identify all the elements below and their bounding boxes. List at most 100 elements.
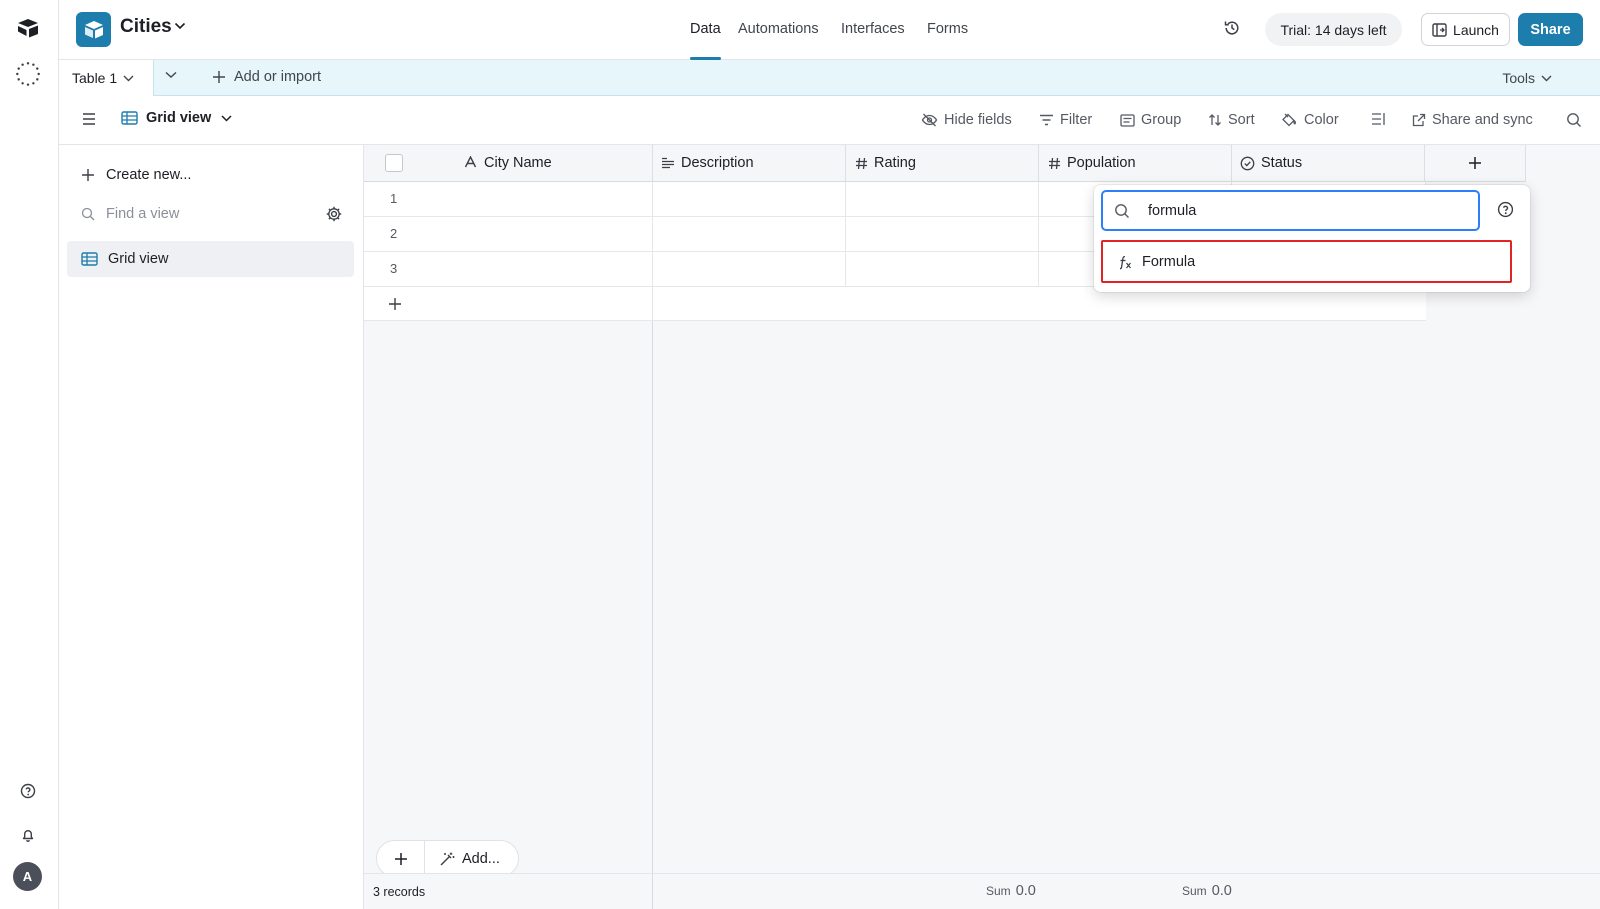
formula-icon — [1117, 254, 1133, 270]
chevron-down-icon[interactable] — [174, 22, 186, 30]
column-header-city-name[interactable]: City Name — [484, 155, 552, 171]
base-name[interactable]: Cities — [120, 16, 172, 38]
chevron-down-icon — [1541, 75, 1552, 82]
search-icon[interactable] — [1566, 112, 1582, 128]
color-button[interactable]: Color — [1281, 112, 1339, 128]
header-primary: City Name — [364, 145, 653, 182]
rating-cell[interactable] — [846, 252, 1039, 286]
row-height-icon[interactable] — [1371, 112, 1387, 126]
description-cell[interactable] — [653, 252, 846, 286]
user-avatar[interactable]: A — [13, 862, 42, 891]
bell-icon[interactable] — [15, 822, 41, 848]
launch-icon — [1432, 22, 1447, 37]
field-type-search-input[interactable] — [1148, 202, 1448, 219]
hide-fields-label: Hide fields — [944, 112, 1012, 128]
sort-label: Sort — [1228, 112, 1255, 128]
column-header-label: Rating — [874, 155, 916, 171]
summary-value: 0.0 — [1015, 883, 1036, 899]
magic-wand-icon — [439, 851, 455, 867]
share-and-sync-button[interactable]: Share and sync — [1412, 112, 1533, 128]
view-selector[interactable]: Grid view — [121, 110, 232, 126]
help-icon[interactable] — [1497, 201, 1514, 218]
all-tables-chevron-icon[interactable] — [165, 71, 177, 79]
hide-fields-button[interactable]: Hide fields — [921, 112, 1012, 128]
chevron-down-icon[interactable] — [123, 75, 134, 82]
gear-icon[interactable] — [325, 205, 343, 223]
rating-cell[interactable] — [846, 217, 1039, 251]
plus-icon — [212, 70, 226, 84]
nav-tab-interfaces[interactable]: Interfaces — [841, 21, 905, 37]
share-and-sync-label: Share and sync — [1432, 112, 1533, 128]
population-summary[interactable]: Sum 0.0 — [986, 883, 1036, 899]
formula-option[interactable]: Formula — [1101, 240, 1512, 283]
description-cell[interactable] — [653, 182, 846, 216]
group-label: Group — [1141, 112, 1182, 128]
create-new-label: Create new... — [106, 167, 192, 183]
field-type-dropdown: Formula — [1094, 185, 1530, 292]
share-button[interactable]: Share — [1518, 13, 1583, 46]
city-name-cell[interactable] — [364, 217, 653, 251]
find-view-placeholder: Find a view — [106, 206, 180, 222]
select-all-checkbox[interactable] — [385, 154, 403, 172]
external-link-icon — [1412, 113, 1426, 127]
launch-button[interactable]: Launch — [1421, 13, 1510, 46]
add-record-row[interactable] — [364, 287, 1426, 321]
frozen-divider — [652, 874, 653, 909]
sort-button[interactable]: Sort — [1208, 112, 1255, 128]
sort-icon — [1208, 113, 1222, 127]
hamburger-menu-icon[interactable] — [81, 112, 97, 126]
column-header-label: Status — [1261, 155, 1303, 171]
airtable-logo-icon[interactable] — [15, 15, 41, 41]
group-icon — [1120, 113, 1135, 127]
find-view-input[interactable]: Find a view — [81, 206, 179, 222]
history-icon[interactable] — [1222, 18, 1242, 38]
formula-option-label: Formula — [1142, 253, 1196, 270]
nav-tab-data[interactable]: Data — [690, 21, 721, 37]
add-or-import-label: Add or import — [234, 69, 322, 85]
field-type-search[interactable] — [1101, 190, 1480, 231]
plus-icon — [1468, 156, 1482, 170]
create-new-view-button[interactable]: Create new... — [81, 167, 191, 183]
base-logo-icon — [76, 12, 111, 47]
paint-bucket-icon — [1281, 113, 1298, 128]
column-header-description[interactable]: Description — [653, 145, 846, 182]
sidebar-item-grid-view[interactable]: Grid view — [67, 241, 354, 277]
add-record-cell[interactable] — [364, 287, 653, 320]
color-label: Color — [1304, 112, 1339, 128]
search-icon — [81, 207, 95, 221]
add-or-import-button[interactable]: Add or import — [212, 69, 321, 85]
long-text-icon — [661, 157, 675, 169]
help-icon[interactable] — [15, 778, 41, 804]
rating-summary[interactable]: Sum 0.0 — [1182, 883, 1232, 899]
column-header-rating[interactable]: Rating — [846, 145, 1039, 182]
column-header-label: Description — [681, 155, 754, 171]
status-icon — [1240, 156, 1255, 171]
description-cell[interactable] — [653, 217, 846, 251]
tools-button[interactable]: Tools — [1502, 70, 1552, 86]
view-bar: Grid view Hide fields Filter Group Sort … — [59, 96, 1600, 145]
summary-value: 0.0 — [1211, 883, 1232, 899]
table-tab-bar: Table 1 Add or import Tools — [59, 60, 1600, 96]
nav-tab-automations[interactable]: Automations — [738, 21, 819, 37]
rating-cell[interactable] — [846, 182, 1039, 216]
table-tab[interactable]: Table 1 — [59, 60, 154, 96]
sidebar-item-label: Grid view — [108, 251, 169, 267]
ai-add-button[interactable]: Add... — [425, 851, 500, 867]
city-name-cell[interactable] — [364, 182, 653, 216]
add-record-button[interactable] — [377, 841, 425, 876]
city-name-cell[interactable] — [364, 252, 653, 286]
plus-icon — [81, 168, 95, 182]
add-field-button[interactable] — [1425, 145, 1526, 182]
add-record-pill: Add... — [376, 840, 519, 877]
omni-spinner-icon[interactable] — [15, 61, 41, 87]
filter-button[interactable]: Filter — [1039, 112, 1092, 128]
text-type-icon — [464, 156, 477, 168]
view-name: Grid view — [146, 110, 212, 126]
number-icon — [855, 157, 868, 170]
trial-badge[interactable]: Trial: 14 days left — [1265, 13, 1402, 46]
column-header-label: Population — [1067, 155, 1136, 171]
group-button[interactable]: Group — [1120, 112, 1181, 128]
column-header-population[interactable]: Population — [1039, 145, 1232, 182]
nav-tab-forms[interactable]: Forms — [927, 21, 968, 37]
column-header-status[interactable]: Status — [1232, 145, 1425, 182]
